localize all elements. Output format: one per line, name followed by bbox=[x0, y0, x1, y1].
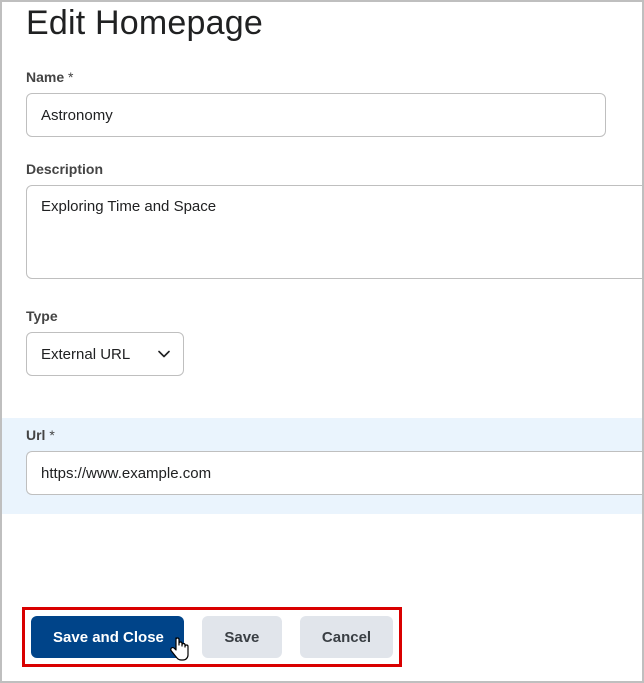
url-label-text: Url bbox=[26, 427, 45, 443]
url-required: * bbox=[49, 427, 54, 443]
url-section: Url * bbox=[2, 418, 644, 514]
type-selected-value: External URL bbox=[41, 346, 130, 363]
name-required: * bbox=[68, 69, 73, 85]
type-select[interactable]: External URL bbox=[26, 332, 184, 376]
type-label: Type bbox=[26, 308, 618, 324]
save-and-close-label: Save and Close bbox=[53, 629, 164, 646]
save-and-close-button[interactable]: Save and Close bbox=[31, 616, 184, 658]
save-button[interactable]: Save bbox=[202, 616, 282, 658]
name-input[interactable] bbox=[26, 93, 606, 137]
edit-homepage-form: Edit Homepage Name * Description Type Ex… bbox=[0, 0, 644, 683]
cancel-button[interactable]: Cancel bbox=[300, 616, 393, 658]
name-label: Name * bbox=[26, 69, 618, 85]
name-label-text: Name bbox=[26, 69, 64, 85]
type-field-block: Type External URL bbox=[26, 308, 618, 376]
cursor-pointer-icon bbox=[168, 636, 190, 662]
page-title: Edit Homepage bbox=[26, 2, 618, 43]
url-input[interactable] bbox=[26, 451, 644, 495]
name-field-block: Name * bbox=[26, 69, 618, 137]
description-label: Description bbox=[26, 161, 618, 177]
url-label: Url * bbox=[26, 427, 644, 443]
action-bar: Save and Close Save Cancel bbox=[22, 607, 402, 667]
description-textarea[interactable] bbox=[26, 185, 644, 279]
description-field-block: Description bbox=[26, 161, 618, 284]
